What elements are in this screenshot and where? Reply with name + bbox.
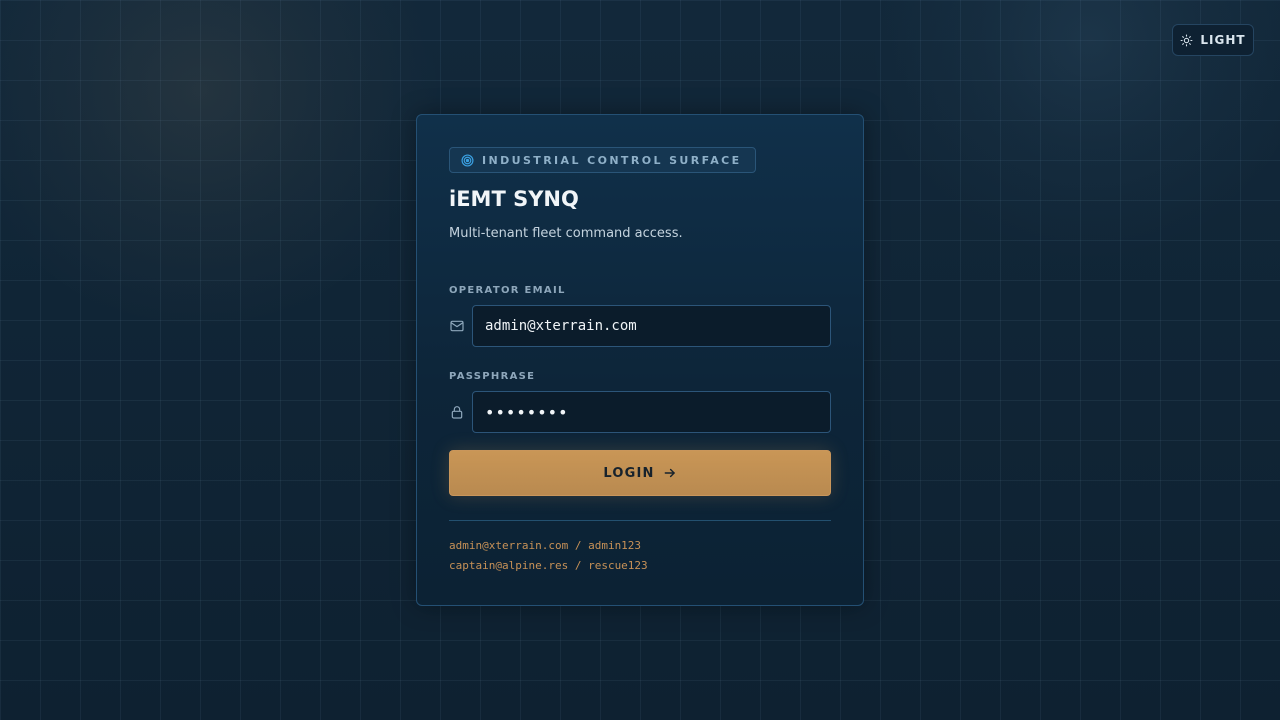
surface-badge: INDUSTRIAL CONTROL SURFACE <box>449 147 756 173</box>
credential-hint: captain@alpine.res / rescue123 <box>449 559 648 572</box>
theme-toggle-label: LIGHT <box>1200 33 1246 47</box>
mail-icon <box>450 320 464 332</box>
login-button[interactable]: LOGIN <box>449 450 831 496</box>
badge-label: INDUSTRIAL CONTROL SURFACE <box>482 153 742 167</box>
app-title: iEMT SYNQ <box>449 187 579 211</box>
app-subtitle: Multi-tenant fleet command access. <box>449 226 683 241</box>
email-label: OPERATOR EMAIL <box>449 285 566 296</box>
login-card: INDUSTRIAL CONTROL SURFACE iEMT SYNQ Mul… <box>416 114 864 606</box>
passphrase-field[interactable] <box>472 391 831 433</box>
arrow-right-icon <box>664 468 675 478</box>
lock-icon <box>451 406 463 419</box>
divider <box>449 520 831 521</box>
login-button-label: LOGIN <box>603 465 655 481</box>
email-field[interactable] <box>472 305 831 347</box>
credential-hint: admin@xterrain.com / admin123 <box>449 539 642 552</box>
sun-icon <box>1180 34 1193 46</box>
passphrase-label: PASSPHRASE <box>449 371 536 382</box>
target-icon <box>461 153 474 167</box>
theme-toggle-button[interactable]: LIGHT <box>1172 24 1254 56</box>
